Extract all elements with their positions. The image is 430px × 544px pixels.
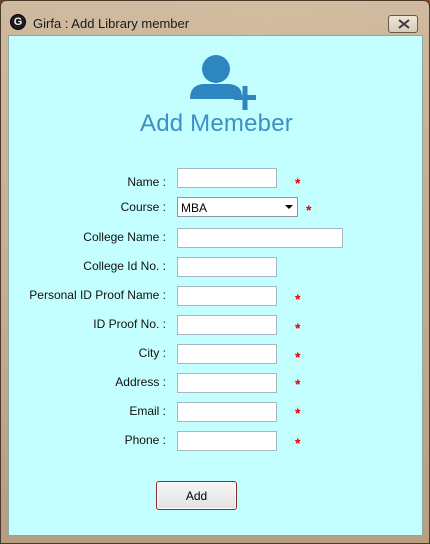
name-required-marker: * bbox=[295, 175, 301, 191]
form-panel: Add Memeber Name : * Course : MBA * Coll… bbox=[8, 35, 423, 536]
phone-required-marker: * bbox=[295, 435, 301, 451]
window-title: Girfa : Add Library member bbox=[33, 16, 190, 31]
name-input[interactable] bbox=[177, 168, 277, 188]
email-label: Email : bbox=[129, 404, 166, 418]
title-bar[interactable]: G Girfa : Add Library member bbox=[1, 1, 429, 35]
address-input[interactable] bbox=[177, 373, 277, 393]
id-proof-name-input[interactable] bbox=[177, 286, 277, 306]
app-logo-icon: G bbox=[10, 14, 26, 30]
email-input[interactable] bbox=[177, 402, 277, 422]
college-id-input[interactable] bbox=[177, 257, 277, 277]
id-proof-no-input[interactable] bbox=[177, 315, 277, 335]
add-member-window: G Girfa : Add Library member Add Memeber… bbox=[0, 0, 430, 544]
city-label: City : bbox=[138, 346, 166, 360]
course-required-marker: * bbox=[306, 202, 312, 218]
phone-label: Phone : bbox=[124, 433, 166, 447]
city-required-marker: * bbox=[295, 349, 301, 365]
dropdown-arrow-icon[interactable] bbox=[285, 205, 293, 209]
email-required-marker: * bbox=[295, 405, 301, 421]
id-proof-name-label: Personal ID Proof Name : bbox=[29, 288, 166, 302]
address-label: Address : bbox=[115, 375, 166, 389]
city-input[interactable] bbox=[177, 344, 277, 364]
course-select[interactable]: MBA bbox=[177, 197, 298, 217]
id-proof-no-label: ID Proof No. : bbox=[93, 317, 166, 331]
college-name-input[interactable] bbox=[177, 228, 343, 248]
add-user-icon bbox=[190, 55, 256, 110]
add-button[interactable]: Add bbox=[156, 481, 237, 510]
college-name-label: College Name : bbox=[83, 230, 166, 244]
address-required-marker: * bbox=[295, 376, 301, 392]
course-selected-value: MBA bbox=[181, 201, 208, 215]
close-button[interactable] bbox=[388, 15, 418, 33]
name-label: Name : bbox=[127, 175, 166, 189]
course-label: Course : bbox=[120, 200, 166, 214]
id-proof-name-required-marker: * bbox=[295, 291, 301, 307]
page-title: Add Memeber bbox=[140, 110, 293, 137]
id-proof-no-required-marker: * bbox=[295, 320, 301, 336]
college-id-label: College Id No. : bbox=[83, 259, 166, 273]
phone-input[interactable] bbox=[177, 431, 277, 451]
close-icon bbox=[398, 19, 410, 29]
